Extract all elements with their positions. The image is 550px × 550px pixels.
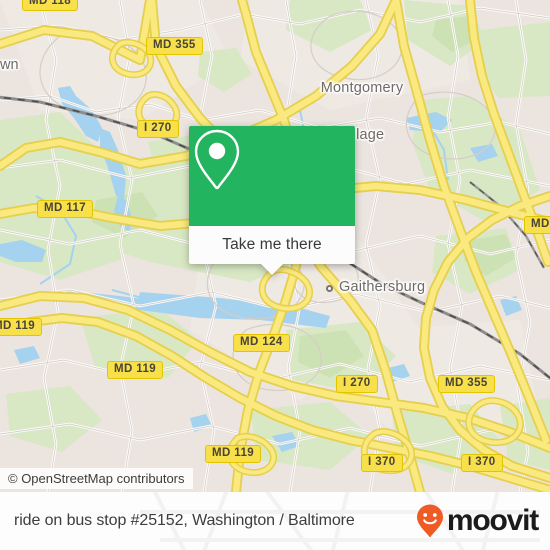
highway-shield-md-355-lower[interactable]: MD 355 — [438, 375, 495, 393]
popup-header — [189, 126, 355, 226]
highway-shield-i-370-right[interactable]: I 370 — [461, 454, 503, 472]
highway-shield-md-right-edge[interactable]: MD — [524, 216, 550, 234]
highway-shield-i-270[interactable]: I 270 — [137, 120, 179, 138]
moovit-pin-smile-icon — [416, 504, 443, 538]
city-dot-gaithersburg — [326, 285, 333, 292]
highway-shield-i-270-lower[interactable]: I 270 — [336, 375, 378, 393]
popup-tail — [261, 264, 283, 275]
map-popup-card[interactable]: Take me there — [189, 126, 355, 275]
highway-shield-i-370-left[interactable]: I 370 — [361, 454, 403, 472]
page-title: ride on bus stop #25152, Washington / Ba… — [14, 512, 355, 529]
highway-shield-md-119-bottom[interactable]: MD 119 — [205, 445, 262, 463]
footer-bar: ride on bus stop #25152, Washington / Ba… — [0, 492, 550, 550]
moovit-brand[interactable]: moovit — [415, 503, 539, 539]
map-canvas[interactable]: Montgomery Village Gaithersburg wn MD 11… — [0, 0, 550, 492]
highway-shield-md-124[interactable]: MD 124 — [233, 334, 290, 352]
highway-shield-md-355[interactable]: MD 355 — [146, 37, 203, 55]
highway-shield-md-119-left[interactable]: MD 119 — [0, 318, 43, 336]
highway-shield-md-119-mid[interactable]: MD 119 — [107, 361, 164, 379]
map-screenshot: Montgomery Village Gaithersburg wn MD 11… — [0, 0, 550, 550]
osm-attribution[interactable]: © OpenStreetMap contributors — [0, 468, 193, 489]
highway-shield-md-118[interactable]: MD 118 — [22, 0, 79, 11]
moovit-wordmark: moovit — [446, 504, 539, 537]
popup-footer[interactable]: Take me there — [189, 226, 355, 264]
take-me-there-label: Take me there — [222, 236, 322, 253]
highway-shield-md-117[interactable]: MD 117 — [37, 200, 94, 218]
map-pin-icon — [194, 129, 240, 190]
